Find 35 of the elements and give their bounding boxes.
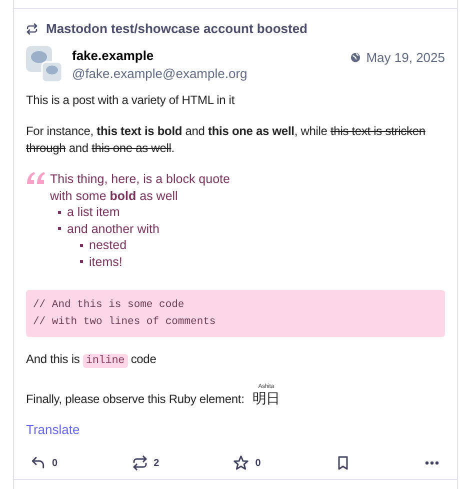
post-text: code bbox=[130, 352, 156, 366]
bullet-icon bbox=[58, 227, 61, 230]
more-icon bbox=[425, 461, 439, 465]
reply-button[interactable]: 0 bbox=[30, 455, 58, 471]
more-button[interactable] bbox=[425, 461, 439, 465]
bullet-icon bbox=[80, 260, 83, 264]
post-date[interactable]: May 19, 2025 bbox=[366, 50, 445, 65]
quote-text: This thing, here, is a block quote bbox=[50, 171, 230, 188]
list-item: a list item bbox=[67, 204, 120, 220]
star-icon bbox=[233, 455, 250, 471]
quote-text: with some bold as well bbox=[50, 188, 179, 204]
code-line: // And this is some code bbox=[33, 298, 186, 312]
bullet-icon bbox=[80, 244, 83, 247]
account-handle[interactable]: @fake.example@example.org bbox=[72, 66, 340, 81]
boost-button[interactable]: 2 bbox=[132, 455, 160, 471]
translate-link[interactable]: Translate bbox=[26, 422, 80, 437]
boost-icon bbox=[132, 455, 148, 471]
post-text: And this is bbox=[26, 352, 80, 366]
list-item: nested bbox=[89, 237, 127, 254]
reply-icon bbox=[30, 455, 46, 471]
globe-icon bbox=[350, 52, 362, 63]
post-text: For instance, this text is bold and this one as well, while this text is stricken through and this one as well. bbox=[26, 123, 426, 157]
list-item: and another with bbox=[67, 220, 160, 237]
code-line: // with two lines of comments bbox=[33, 315, 217, 329]
boost-label: Mastodon test/showcase account boosted bbox=[46, 21, 308, 36]
quote-mark-icon bbox=[26, 171, 46, 185]
inline-code: inline bbox=[82, 354, 128, 368]
boost-icon bbox=[26, 22, 38, 34]
bullet-icon bbox=[58, 210, 61, 214]
ruby-text: 明日 bbox=[252, 391, 280, 408]
post-text: This is a post with a variety of HTML in it bbox=[26, 92, 236, 109]
favourite-button[interactable]: 0 bbox=[233, 455, 261, 471]
display-name[interactable]: fake.example bbox=[72, 48, 340, 63]
list-item: items! bbox=[89, 254, 122, 270]
post-text: Finally, please observe this Ruby element: bbox=[26, 391, 244, 408]
